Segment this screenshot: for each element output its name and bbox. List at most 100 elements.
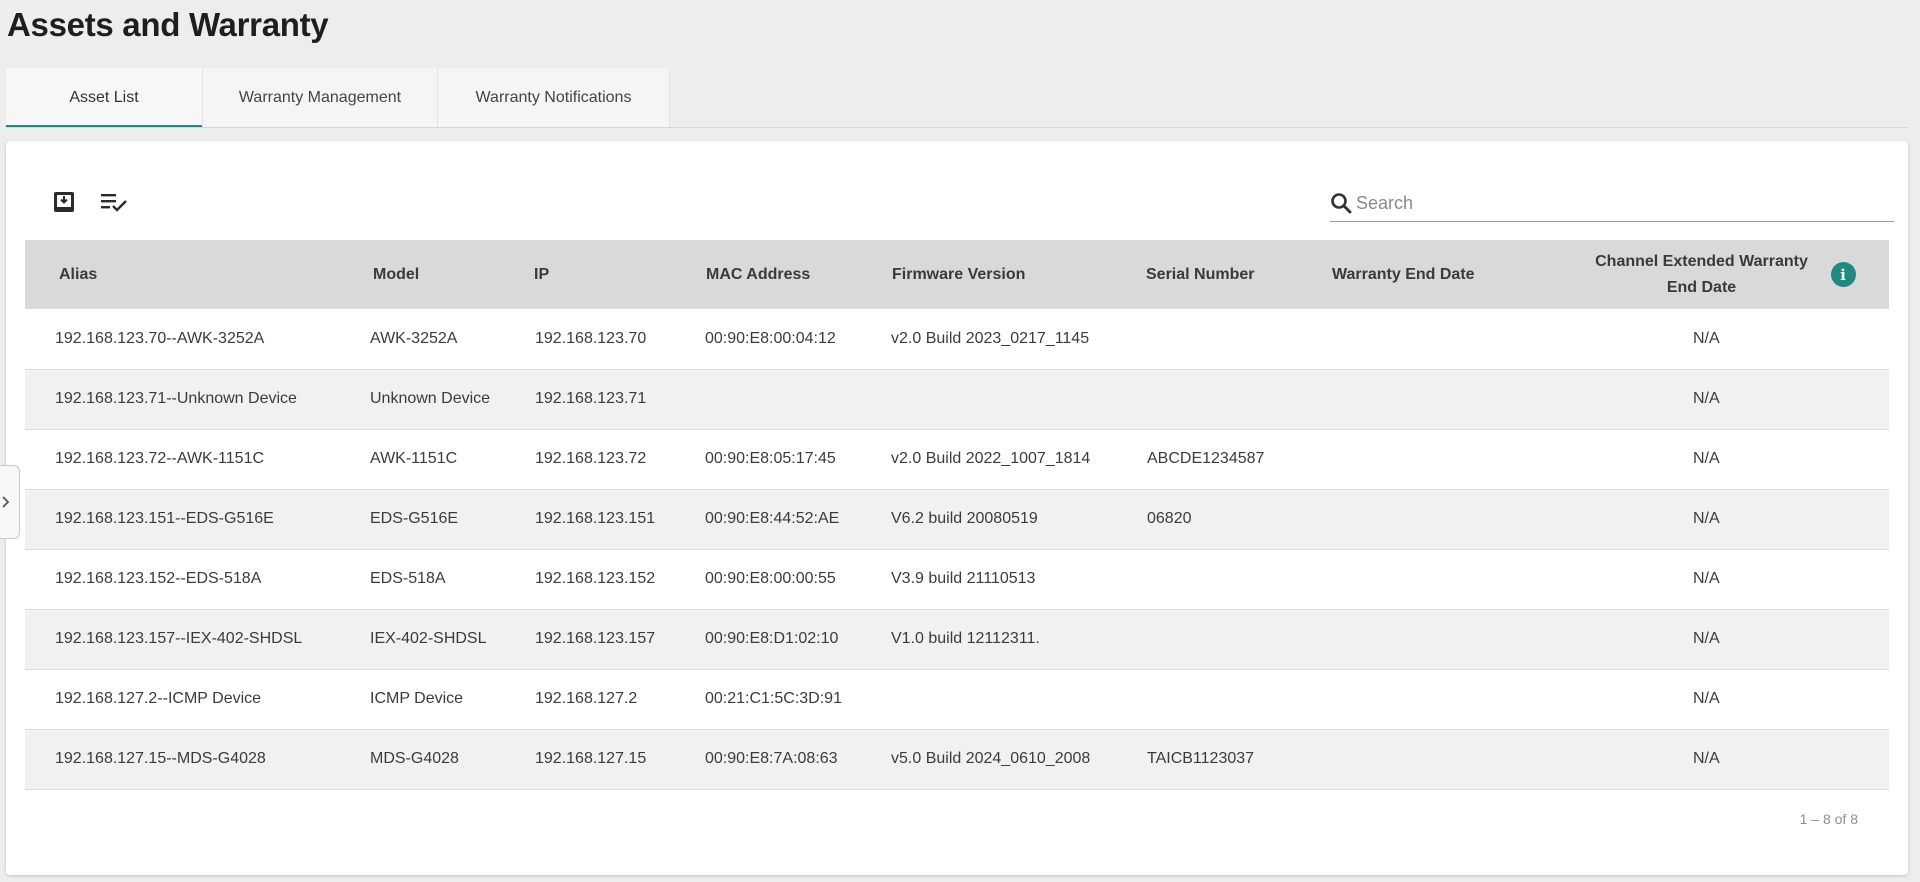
table-row[interactable]: 192.168.123.71--Unknown Device Unknown De…	[25, 369, 1889, 429]
cell-ip: 192.168.123.72	[535, 450, 647, 467]
table-row[interactable]: 192.168.123.70--AWK-3252A AWK-3252A 192.16…	[25, 309, 1889, 369]
table-row[interactable]: 192.168.127.15--MDS-G4028 MDS-G4028 192.16…	[25, 729, 1889, 789]
cell-warranty-end	[1332, 609, 1553, 669]
cell-channel-warranty: N/A	[1693, 630, 1720, 647]
cell-mac	[704, 369, 890, 429]
cell-alias: 192.168.123.72--AWK-1151C	[55, 450, 265, 467]
table-row[interactable]: 192.168.123.72--AWK-1151C AWK-1151C 192.16…	[25, 429, 1889, 489]
cell-alias: 192.168.127.2--ICMP Device	[55, 690, 262, 707]
cell-ip: 192.168.123.151	[535, 510, 656, 527]
column-header-alias[interactable]: Alias	[25, 240, 369, 309]
asset-table: Alias Model IP MAC Address Firmware Vers…	[25, 240, 1889, 790]
tab-asset-list[interactable]: Asset List	[6, 68, 203, 128]
cell-firmware: V3.9 build 21110513	[891, 570, 1036, 587]
search-icon[interactable]	[1330, 192, 1352, 214]
cell-firmware	[890, 369, 1146, 429]
asset-list-panel: Alias Model IP MAC Address Firmware Vers…	[6, 141, 1908, 875]
search-box	[1330, 185, 1894, 222]
cell-model: EDS-518A	[370, 570, 446, 587]
cell-serial: TAICB1123037	[1147, 750, 1255, 767]
tab-label: Warranty Management	[238, 89, 402, 106]
cell-mac: 00:90:E8:7A:08:63	[705, 750, 838, 767]
table-row[interactable]: 192.168.123.151--EDS-G516E EDS-G516E 192.1…	[25, 489, 1889, 549]
cell-warranty-end	[1332, 369, 1553, 429]
tab-label: Asset List	[69, 89, 139, 106]
cell-model: AWK-3252A	[370, 329, 458, 347]
column-header-label: Channel Extended Warranty End Date	[1595, 252, 1808, 296]
cell-firmware: v5.0 Build 2024_0610_2008	[891, 750, 1091, 767]
cell-warranty-end	[1332, 729, 1553, 789]
column-header-ip[interactable]: IP	[534, 240, 704, 309]
tab-warranty-notifications[interactable]: Warranty Notifications	[438, 68, 670, 128]
cell-channel-warranty: N/A	[1693, 329, 1720, 347]
table-header-row: Alias Model IP MAC Address Firmware Vers…	[25, 240, 1889, 309]
cell-ip: 192.168.127.15	[535, 750, 647, 767]
cell-mac: 00:90:E8:44:52:AE	[705, 510, 840, 527]
column-header-mac[interactable]: MAC Address	[704, 240, 890, 309]
cell-serial	[1146, 549, 1332, 609]
cell-ip: 192.168.123.71	[535, 390, 647, 407]
cell-channel-warranty: N/A	[1693, 510, 1720, 527]
cell-firmware	[890, 669, 1146, 729]
cell-firmware: v2.0 Build 2022_1007_1814	[891, 450, 1091, 467]
tab-divider	[6, 127, 1908, 128]
cell-mac: 00:21:C1:5C:3D:91	[705, 690, 842, 707]
cell-warranty-end	[1332, 429, 1553, 489]
cell-alias: 192.168.123.157--IEX-402-SHDSL	[55, 630, 303, 647]
column-header-channel-warranty[interactable]: Channel Extended Warranty End Date i	[1553, 240, 1889, 309]
cell-model: ICMP Device	[370, 690, 464, 707]
cell-mac: 00:90:E8:05:17:45	[705, 450, 836, 467]
column-header-model[interactable]: Model	[369, 240, 534, 309]
cell-serial	[1146, 669, 1332, 729]
import-icon[interactable]	[50, 188, 78, 216]
column-header-firmware[interactable]: Firmware Version	[890, 240, 1146, 309]
cell-warranty-end	[1332, 669, 1553, 729]
cell-ip: 192.168.123.157	[535, 630, 656, 647]
cell-alias: 192.168.123.70--AWK-3252A	[55, 329, 265, 347]
cell-mac: 00:90:E8:00:04:12	[705, 329, 836, 347]
cell-ip: 192.168.123.70	[535, 329, 647, 347]
cell-serial	[1146, 609, 1332, 669]
cell-serial: 06820	[1147, 510, 1192, 527]
cell-alias: 192.168.123.71--Unknown Device	[55, 390, 297, 407]
cell-mac: 00:90:E8:D1:02:10	[705, 630, 839, 647]
cell-model: Unknown Device	[370, 390, 491, 407]
cell-model: MDS-G4028	[370, 750, 459, 767]
tab-bar: Asset List Warranty Management Warranty …	[6, 68, 670, 128]
sidebar-expand-toggle[interactable]	[0, 465, 20, 539]
table-row[interactable]: 192.168.127.2--ICMP Device ICMP Device 192…	[25, 669, 1889, 729]
cell-ip: 192.168.127.2	[535, 690, 638, 707]
column-header-serial[interactable]: Serial Number	[1146, 240, 1332, 309]
cell-channel-warranty: N/A	[1693, 690, 1720, 707]
cell-alias: 192.168.123.152--EDS-518A	[55, 570, 262, 587]
cell-warranty-end	[1332, 489, 1553, 549]
cell-serial: ABCDE1234587	[1147, 450, 1265, 467]
chevron-right-icon	[1, 495, 11, 509]
info-icon[interactable]: i	[1830, 262, 1856, 287]
cell-firmware: V6.2 build 20080519	[891, 510, 1038, 527]
page-title: Assets and Warranty	[7, 6, 329, 43]
cell-model: AWK-1151C	[370, 450, 458, 467]
cell-alias: 192.168.123.151--EDS-G516E	[55, 510, 274, 527]
cell-firmware: v2.0 Build 2023_0217_1145	[891, 329, 1090, 347]
tab-warranty-management[interactable]: Warranty Management	[203, 68, 438, 128]
cell-channel-warranty: N/A	[1693, 450, 1720, 467]
cell-serial	[1146, 369, 1332, 429]
column-select-icon[interactable]	[100, 188, 128, 216]
page: Assets and Warranty Asset List Warranty …	[0, 0, 1920, 882]
cell-channel-warranty: N/A	[1693, 390, 1720, 407]
search-input[interactable]	[1352, 191, 1878, 215]
cell-firmware: V1.0 build 12112311.	[891, 630, 1040, 647]
table-row[interactable]: 192.168.123.157--IEX-402-SHDSL IEX-402-SH…	[25, 609, 1889, 669]
cell-model: EDS-G516E	[370, 510, 459, 527]
table-body: 192.168.123.70--AWK-3252A AWK-3252A 192.16…	[25, 309, 1889, 789]
cell-model: IEX-402-SHDSL	[370, 630, 487, 647]
cell-alias: 192.168.127.15--MDS-G4028	[55, 750, 266, 767]
pagination-range: 1 – 8 of 8	[1799, 811, 1858, 827]
column-header-warranty-end[interactable]: Warranty End Date	[1332, 240, 1553, 309]
tab-label: Warranty Notifications	[475, 89, 632, 106]
table-row[interactable]: 192.168.123.152--EDS-518A EDS-518A 192.168…	[25, 549, 1889, 609]
cell-warranty-end	[1332, 309, 1553, 369]
cell-warranty-end	[1332, 549, 1553, 609]
cell-channel-warranty: N/A	[1693, 570, 1720, 587]
